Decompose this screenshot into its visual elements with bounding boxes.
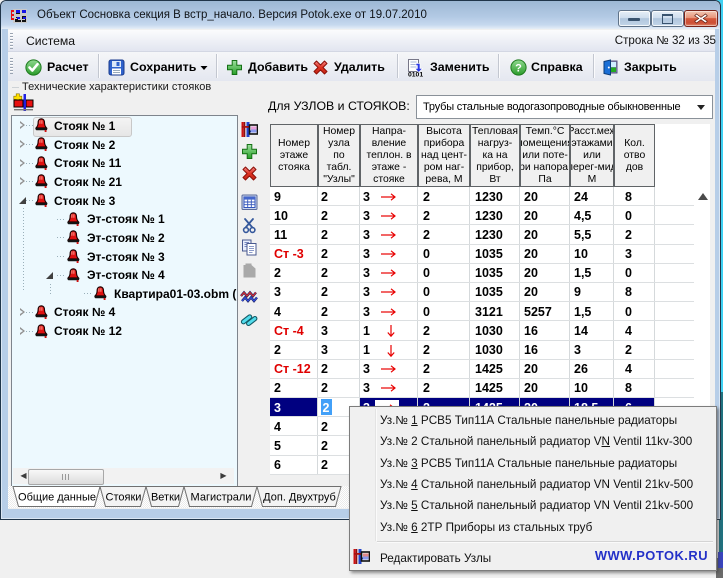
svg-text:Стояки: Стояки xyxy=(106,492,142,504)
svg-text:Ветки: Ветки xyxy=(151,492,180,504)
svg-text:Доп. Двухтруб: Доп. Двухтруб xyxy=(263,492,336,504)
svg-text:Магистрали: Магистрали xyxy=(191,492,252,504)
svg-text:?: ? xyxy=(515,62,522,74)
svg-text:0101: 0101 xyxy=(408,71,423,77)
svg-text:Общие данные: Общие данные xyxy=(18,492,96,504)
